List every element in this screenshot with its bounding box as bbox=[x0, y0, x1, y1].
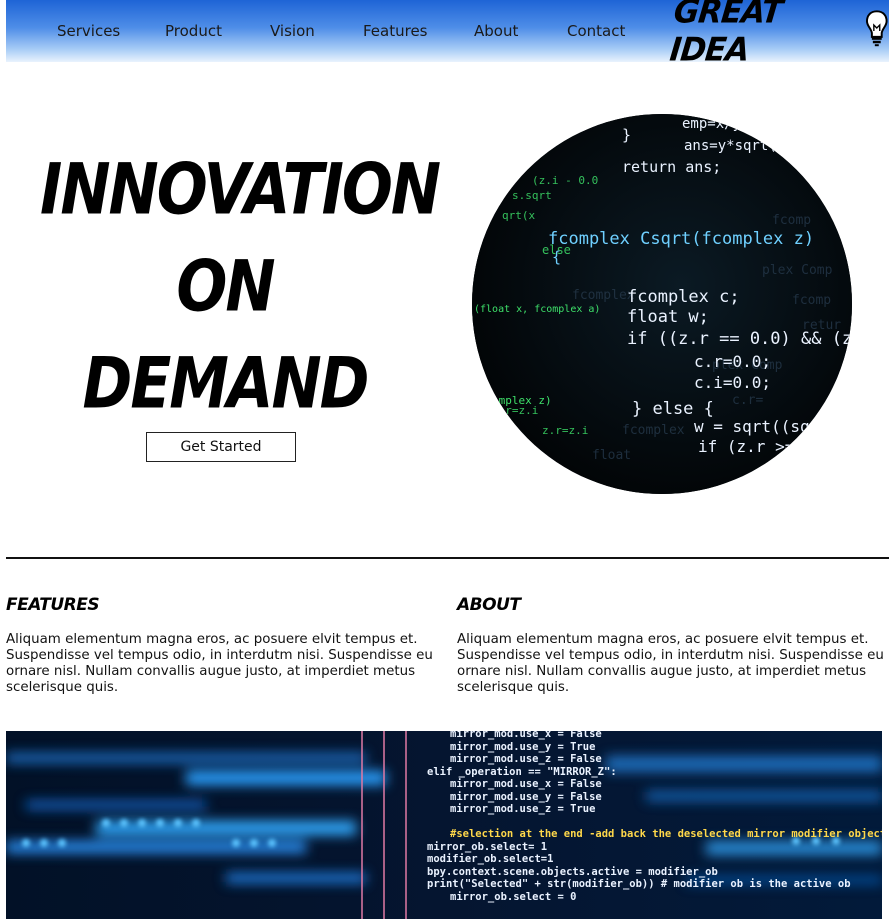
hero-code-svg: fcomp plex Comp fcomp retur fcomplex fco… bbox=[472, 114, 852, 494]
hero-code-image: fcomp plex Comp fcomp retur fcomplex fco… bbox=[472, 114, 852, 494]
about-heading: ABOUT bbox=[457, 595, 521, 615]
svg-text:fcomp: fcomp bbox=[792, 293, 831, 308]
bottom-code-line: modifier_ob.select=1 bbox=[427, 853, 553, 865]
nav-link-contact[interactable]: Contact bbox=[567, 22, 625, 40]
hero-code-line: { bbox=[552, 248, 561, 266]
hero-code-line: if ((z.r == 0.0) && (z.i == 0.0) bbox=[627, 329, 852, 349]
bottom-code-line: mirror_mod.use_y = True bbox=[450, 741, 595, 753]
bottom-code-line: mirror_mod.use_x = False bbox=[450, 778, 602, 790]
nav-link-product[interactable]: Product bbox=[165, 22, 222, 40]
get-started-button[interactable]: Get Started bbox=[146, 432, 296, 462]
hero-code-line: c.r=0.0; bbox=[694, 352, 771, 371]
hero-code-line: fcomplex Csqrt(fcomplex z) bbox=[548, 229, 814, 249]
hero-code-line: if (z.r >= 0.0) bbox=[698, 437, 843, 456]
bottom-code-line: mirror_mod.use_y = False bbox=[450, 791, 602, 803]
nav-link-vision[interactable]: Vision bbox=[270, 22, 315, 40]
svg-text:fcomp: fcomp bbox=[772, 213, 811, 228]
bottom-code-line: mirror_mod.use_x = False bbox=[450, 731, 602, 740]
hero-code-line: float w; bbox=[627, 307, 709, 327]
hero-code-line: w = sqrt((sqrt(z.r bbox=[694, 417, 852, 436]
svg-text:c.r=: c.r= bbox=[732, 393, 763, 408]
bottom-code-svg: mirror_mod.use_x = False mirror_mod.use_… bbox=[6, 731, 882, 919]
hero-code-line: return ans; bbox=[622, 158, 721, 176]
bottom-code-line: mirror_mod.use_z = True bbox=[450, 803, 595, 815]
svg-text:fcomplex: fcomplex bbox=[572, 288, 635, 303]
about-body: Aliquam elementum magna eros, ac posuere… bbox=[457, 632, 884, 695]
svg-text:z.r=z.i: z.r=z.i bbox=[542, 424, 588, 437]
bottom-code-line: #selection at the end -add back the dese… bbox=[450, 828, 882, 840]
nav-link-services[interactable]: Services bbox=[57, 22, 120, 40]
svg-text:qrt(x: qrt(x bbox=[502, 209, 535, 222]
features-body: Aliquam elementum magna eros, ac posuere… bbox=[6, 632, 433, 695]
bottom-code-line: mirror_ob.select = 0 bbox=[450, 891, 576, 903]
hero-title: INNOVATION ON DEMAND bbox=[40, 142, 441, 433]
svg-text:fcomplex: fcomplex bbox=[622, 423, 685, 438]
svg-text:plex Comp: plex Comp bbox=[762, 263, 833, 278]
hero-code-line: (float x, fcomplex a) bbox=[474, 304, 600, 315]
nav-link-about[interactable]: About bbox=[474, 22, 518, 40]
bottom-code-line: elif _operation == "MIRROR_Z": bbox=[427, 766, 617, 778]
nav-link-features[interactable]: Features bbox=[363, 22, 428, 40]
bottom-code-line: print("Selected" + str(modifier_ob)) # m… bbox=[427, 878, 851, 890]
bottom-code-line: mirror_ob.select= 1 bbox=[427, 841, 547, 853]
bottom-code-line: bpy.context.scene.objects.active = modif… bbox=[427, 866, 718, 878]
features-heading: FEATURES bbox=[6, 595, 100, 615]
hero-code-line: c.i=0.0; bbox=[694, 373, 771, 392]
hero-code-line: fcomplex c; bbox=[627, 287, 740, 307]
hero-code-line: } bbox=[622, 126, 631, 144]
hero-code-line: } else { bbox=[632, 399, 714, 419]
svg-text:(z.i - 0.0: (z.i - 0.0 bbox=[532, 174, 598, 187]
lightbulb-icon bbox=[866, 10, 889, 47]
top-navbar: Services Product Vision Features About C… bbox=[6, 0, 889, 69]
hero-title-line-3: DEMAND bbox=[82, 342, 370, 426]
bottom-code-image: mirror_mod.use_x = False mirror_mod.use_… bbox=[6, 731, 882, 919]
hero-code-line: emp=x/y; bbox=[682, 116, 749, 132]
brand-logo[interactable]: GREAT IDEA bbox=[668, 0, 889, 69]
section-divider bbox=[6, 557, 889, 559]
hero-code-line: ans=y*sqrt(1.0+temp* bbox=[684, 138, 852, 154]
bottom-code-line: mirror_mod.use_z = False bbox=[450, 753, 602, 765]
hero-code-line: omplex z) bbox=[492, 394, 552, 407]
svg-text:s.sqrt: s.sqrt bbox=[512, 189, 552, 202]
brand-logo-text: GREAT IDEA bbox=[668, 0, 784, 69]
svg-text:float: float bbox=[592, 448, 631, 463]
